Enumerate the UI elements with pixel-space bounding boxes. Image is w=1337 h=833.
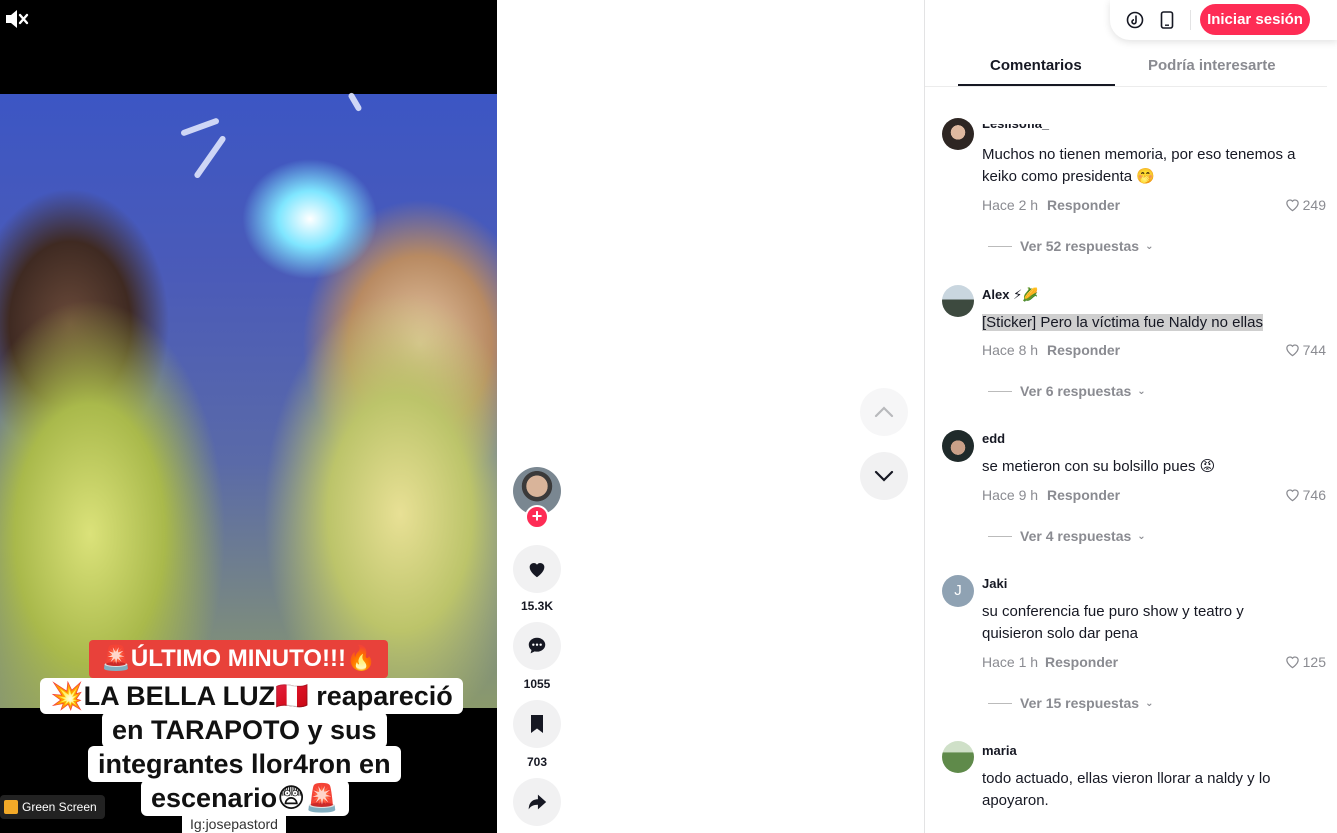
effect-icon (4, 800, 18, 814)
view-replies-label: Ver 52 respuestas (1020, 238, 1140, 254)
comment-username[interactable]: edd (982, 431, 1005, 446)
view-replies-button[interactable]: Ver 6 respuestas ⌄ (988, 383, 1146, 399)
chevron-up-icon (874, 406, 894, 418)
chevron-down-icon: ⌄ (1145, 697, 1154, 709)
view-replies-label: Ver 15 respuestas (1020, 695, 1140, 711)
comments-panel: Iniciar sesión Comentarios Podría intere… (924, 0, 1337, 833)
heart-outline-icon (1285, 489, 1299, 502)
comment-like-count: 249 (1302, 197, 1326, 213)
top-action-bar: Iniciar sesión (1110, 0, 1337, 40)
breaking-news-banner: 🚨ÚLTIMO MINUTO!!!🔥 (89, 640, 388, 678)
heart-outline-icon (1285, 199, 1299, 212)
comment-like-count: 746 (1302, 487, 1326, 503)
comment-count: 1055 (523, 677, 551, 691)
comment-like-button[interactable]: 746 (1285, 487, 1326, 503)
comment-item: Lesiisofia_ Muchos no tienen memoria, po… (925, 88, 1337, 263)
comment-like-button[interactable]: 249 (1285, 197, 1326, 213)
chevron-down-icon: ⌄ (1137, 385, 1146, 397)
login-button[interactable]: Iniciar sesión (1200, 4, 1310, 35)
caption-line: integrantes llor4ron en (88, 746, 401, 782)
share-arrow-icon (528, 794, 547, 810)
comment-username[interactable]: Jaki (982, 576, 1007, 591)
comment-time: Hace 2 h (982, 197, 1039, 213)
comment-username[interactable]: Alex ⚡🌽 (982, 287, 1038, 303)
comment-like-count: 744 (1302, 342, 1326, 358)
comment-like-button[interactable]: 125 (1285, 654, 1326, 670)
comment-like-count: 125 (1302, 654, 1326, 670)
next-video-button[interactable] (860, 452, 908, 500)
comment-like-button[interactable]: 744 (1285, 342, 1326, 358)
comment-time: Hace 1 h (982, 654, 1039, 670)
comment-time: Hace 9 h (982, 487, 1039, 503)
like-button[interactable] (513, 545, 561, 593)
effect-label: Green Screen (22, 800, 97, 814)
mobile-app-icon[interactable] (1156, 9, 1178, 31)
chevron-down-icon: ⌄ (1145, 240, 1154, 252)
effect-tag[interactable]: Green Screen (0, 795, 105, 819)
save-count: 703 (526, 755, 548, 769)
panel-tabs: Comentarios Podría interesarte (925, 52, 1327, 87)
comment-text: su conferencia fue puro show y teatro y … (982, 603, 1244, 642)
comment-button[interactable] (513, 622, 561, 670)
share-button[interactable] (513, 778, 561, 826)
comment-text: todo actuado, ellas vieron llorar a nald… (982, 770, 1271, 809)
user-avatar[interactable] (942, 430, 974, 462)
view-replies-label: Ver 4 respuestas (1020, 528, 1132, 544)
comment-username[interactable]: maria (982, 743, 1017, 758)
chevron-down-icon: ⌄ (1137, 530, 1146, 542)
tab-you-may-like[interactable]: Podría interesarte (1148, 57, 1276, 74)
user-avatar[interactable] (942, 118, 974, 150)
reply-button[interactable]: Responder (1047, 197, 1120, 213)
comment-item: J Jaki su conferencia fue puro show y te… (925, 573, 1337, 718)
video-frame (0, 91, 497, 708)
user-avatar[interactable] (942, 285, 974, 317)
comment-item: edd se metieron con su bolsillo pues 😡 H… (925, 428, 1337, 548)
comment-text: Muchos no tienen memoria, por eso tenemo… (982, 146, 1296, 185)
video-player[interactable]: 🚨ÚLTIMO MINUTO!!!🔥 💥LA BELLA LUZ🇵🇪 reapa… (0, 0, 497, 833)
comment-username[interactable]: Lesiisofia_ (982, 124, 1049, 131)
save-button[interactable] (513, 700, 561, 748)
comment-time: Hace 8 h (982, 342, 1039, 358)
previous-video-button[interactable] (860, 388, 908, 436)
reply-button[interactable]: Responder (1047, 342, 1120, 358)
heart-outline-icon (1285, 344, 1299, 357)
comment-text-highlight: [Sticker] Pero la víctima fue Naldy no e… (982, 314, 1263, 331)
tiktok-coin-icon[interactable] (1124, 9, 1146, 31)
active-tab-indicator (958, 84, 1115, 86)
bookmark-icon (531, 715, 543, 733)
muted-volume-icon[interactable] (4, 8, 30, 30)
caption-line: escenario😨🚨 (141, 780, 349, 816)
user-avatar[interactable] (942, 741, 974, 773)
reply-button[interactable]: Responder (1045, 654, 1118, 670)
like-count: 15.3K (520, 599, 554, 613)
watermark: Ig:josepastord (182, 815, 286, 833)
caption-line: en TARAPOTO y sus (102, 712, 387, 748)
heart-icon (529, 563, 545, 578)
reply-button[interactable]: Responder (1047, 487, 1120, 503)
comment-item: Alex ⚡🌽 [Sticker] Pero la víctima fue Na… (925, 283, 1337, 403)
follow-plus-button[interactable]: + (525, 505, 549, 529)
comment-text: se metieron con su bolsillo pues 😡 (982, 458, 1216, 475)
comment-text: [Sticker] Pero la víctima fue Naldy no e… (982, 312, 1322, 334)
view-replies-button[interactable]: Ver 15 respuestas ⌄ (988, 695, 1153, 711)
user-avatar[interactable]: J (942, 575, 974, 607)
comment-item: maria todo actuado, ellas vieron llorar … (925, 740, 1337, 833)
view-replies-button[interactable]: Ver 4 respuestas ⌄ (988, 528, 1146, 544)
view-replies-label: Ver 6 respuestas (1020, 383, 1132, 399)
chevron-down-icon (874, 470, 894, 482)
tab-comments[interactable]: Comentarios (990, 57, 1082, 74)
caption-line: 💥LA BELLA LUZ🇵🇪 reapareció (40, 678, 463, 714)
heart-outline-icon (1285, 656, 1299, 669)
comment-bubble-icon (528, 637, 546, 654)
view-replies-button[interactable]: Ver 52 respuestas ⌄ (988, 238, 1153, 254)
